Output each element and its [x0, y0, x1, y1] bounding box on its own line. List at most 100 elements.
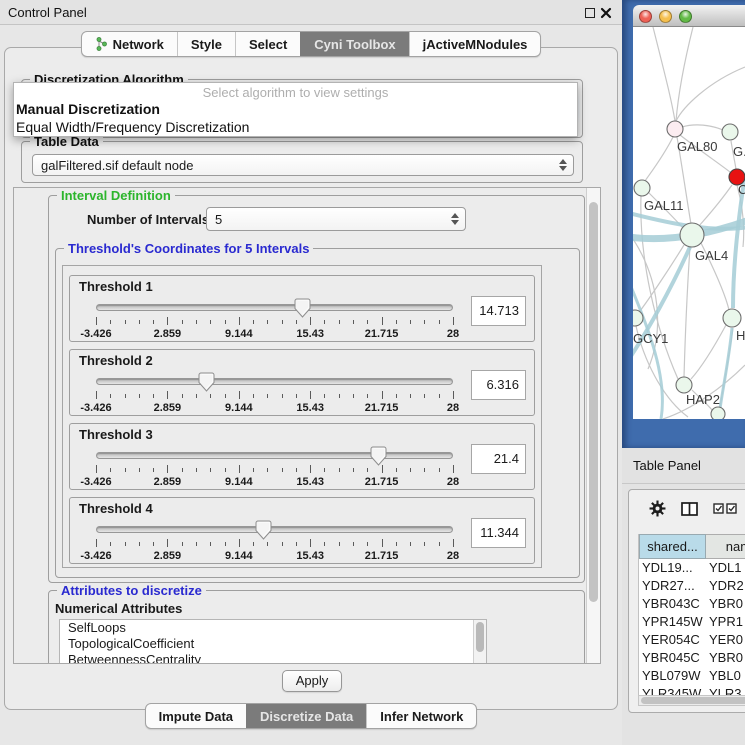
- settings-scroll-area: Interval Definition Number of Intervals …: [13, 187, 601, 664]
- tick-mark: [410, 320, 411, 324]
- tick-mark: [125, 468, 126, 472]
- numerical-attributes-list[interactable]: SelfLoopsTopologicalCoefficientBetweenne…: [59, 619, 487, 664]
- table-data-combobox[interactable]: galFiltered.sif default node: [32, 154, 574, 176]
- tab-infer-network[interactable]: Infer Network: [366, 704, 476, 728]
- tick-mark: [139, 394, 140, 398]
- interval-definition-group: Interval Definition Number of Intervals …: [48, 195, 585, 583]
- node-pink[interactable]: [667, 121, 683, 137]
- tick-mark: [110, 468, 111, 472]
- tab-discretize-data[interactable]: Discretize Data: [246, 704, 366, 728]
- node-left[interactable]: [634, 180, 650, 196]
- node-bottom[interactable]: [711, 407, 725, 419]
- table-row[interactable]: YBL079WYBL0: [639, 667, 745, 685]
- cell-name: YDR2: [706, 577, 745, 595]
- tick-mark: [396, 394, 397, 398]
- scrollbar-thumb[interactable]: [589, 202, 598, 602]
- cell-shared-name: YBR045C: [639, 649, 706, 667]
- tick-mark: [253, 468, 254, 472]
- table-row[interactable]: YBR043CYBR0: [639, 595, 745, 613]
- tab-select[interactable]: Select: [235, 32, 300, 56]
- threshold-slider[interactable]: -3.4262.8599.14415.4321.71528: [96, 378, 453, 414]
- tick-label: 28: [447, 550, 459, 562]
- node-label-gal11: GAL11: [644, 198, 684, 213]
- attributes-scrollbar[interactable]: [473, 620, 486, 664]
- table-row[interactable]: YDL19...YDL1: [639, 559, 745, 577]
- tab-style[interactable]: Style: [177, 32, 235, 56]
- node-label-gcy1: GCY1: [633, 331, 668, 346]
- scrollbar-thumb[interactable]: [476, 622, 484, 652]
- tab-network[interactable]: Network: [82, 32, 177, 56]
- tick-mark: [239, 391, 240, 399]
- checkbox-icon[interactable]: [726, 503, 737, 514]
- attribute-item-selfloops[interactable]: SelfLoops: [60, 620, 486, 636]
- attribute-item-betweennesscentrality[interactable]: BetweennessCentrality: [60, 652, 486, 664]
- threshold-value-field[interactable]: 6.316: [471, 370, 526, 400]
- tick-mark: [424, 320, 425, 324]
- node-right-h[interactable]: [723, 309, 741, 327]
- threshold-value-field[interactable]: 21.4: [471, 444, 526, 474]
- float-window-icon[interactable]: [585, 8, 595, 18]
- cell-shared-name: YDR27...: [639, 577, 706, 595]
- close-icon[interactable]: [600, 7, 612, 19]
- column-header-name[interactable]: name: [706, 534, 745, 559]
- table-row[interactable]: YPR145WYPR1: [639, 613, 745, 631]
- minimize-traffic-light-icon[interactable]: [659, 10, 672, 23]
- tick-mark: [367, 320, 368, 324]
- network-window-titlebar[interactable]: [633, 5, 745, 27]
- tick-label: -3.426: [80, 476, 111, 488]
- algorithm-dropdown-popup: Select algorithm to view settings Manual…: [13, 82, 578, 137]
- tick-label: 21.715: [365, 402, 399, 414]
- threshold-label: Threshold 4: [79, 501, 153, 516]
- tick-mark: [324, 542, 325, 546]
- slider-track[interactable]: [96, 304, 453, 311]
- table-horizontal-scrollbar[interactable]: [638, 695, 745, 706]
- node-top-right[interactable]: [722, 124, 738, 140]
- table-row[interactable]: YER054CYER0: [639, 631, 745, 649]
- slider-thumb[interactable]: [198, 372, 215, 392]
- table-panel-title: Table Panel: [633, 448, 701, 484]
- column-header-shared-name[interactable]: shared...: [639, 534, 706, 559]
- slider-track[interactable]: [96, 526, 453, 533]
- tick-label: -3.426: [80, 328, 111, 340]
- slider-track[interactable]: [96, 378, 453, 385]
- cell-shared-name: YBR043C: [639, 595, 706, 613]
- table-row[interactable]: YBR045CYBR0: [639, 649, 745, 667]
- slider-thumb[interactable]: [255, 520, 272, 540]
- node-hap2[interactable]: [676, 377, 692, 393]
- zoom-traffic-light-icon[interactable]: [679, 10, 692, 23]
- tick-mark: [382, 465, 383, 473]
- algorithm-option-manual-discretization[interactable]: Manual Discretization: [14, 100, 577, 118]
- node-gal4[interactable]: [680, 223, 704, 247]
- close-traffic-light-icon[interactable]: [639, 10, 652, 23]
- tick-mark: [110, 320, 111, 324]
- gear-icon[interactable]: [649, 500, 666, 517]
- algorithm-option-equal-width-frequency-discretization[interactable]: Equal Width/Frequency Discretization: [14, 118, 577, 136]
- threshold-value-field[interactable]: 11.344: [471, 518, 526, 548]
- threshold-value-field[interactable]: 14.713: [471, 296, 526, 326]
- tab-jactivemnodules[interactable]: jActiveMNodules: [409, 32, 541, 56]
- network-edge: [653, 27, 675, 121]
- apply-button[interactable]: Apply: [282, 670, 342, 692]
- threshold-slider[interactable]: -3.4262.8599.14415.4321.71528: [96, 304, 453, 340]
- split-columns-icon[interactable]: [681, 502, 698, 516]
- number-of-intervals-combobox[interactable]: 5: [206, 207, 466, 231]
- threshold-slider[interactable]: -3.4262.8599.14415.4321.71528: [96, 526, 453, 562]
- tab-impute-data[interactable]: Impute Data: [146, 704, 246, 728]
- scrollbar-thumb[interactable]: [641, 697, 745, 704]
- tick-mark: [382, 539, 383, 547]
- number-of-intervals-value: 5: [215, 208, 445, 230]
- tick-label: 28: [447, 476, 459, 488]
- checkbox-icon[interactable]: [713, 503, 724, 514]
- threshold-slider[interactable]: -3.4262.8599.14415.4321.71528: [96, 452, 453, 488]
- attribute-item-topologicalcoefficient[interactable]: TopologicalCoefficient: [60, 636, 486, 652]
- table-row[interactable]: YDR27...YDR2: [639, 577, 745, 595]
- settings-scrollbar[interactable]: [586, 188, 600, 663]
- slider-thumb[interactable]: [294, 298, 311, 318]
- slider-thumb[interactable]: [370, 446, 387, 466]
- tick-mark: [282, 468, 283, 472]
- tick-mark: [282, 320, 283, 324]
- tick-mark: [367, 468, 368, 472]
- tab-cyni-toolbox[interactable]: Cyni Toolbox: [300, 32, 408, 56]
- slider-track[interactable]: [96, 452, 453, 459]
- network-canvas[interactable]: GAL80GAL11GAL4GCY1HAP2G.CH: [633, 27, 745, 419]
